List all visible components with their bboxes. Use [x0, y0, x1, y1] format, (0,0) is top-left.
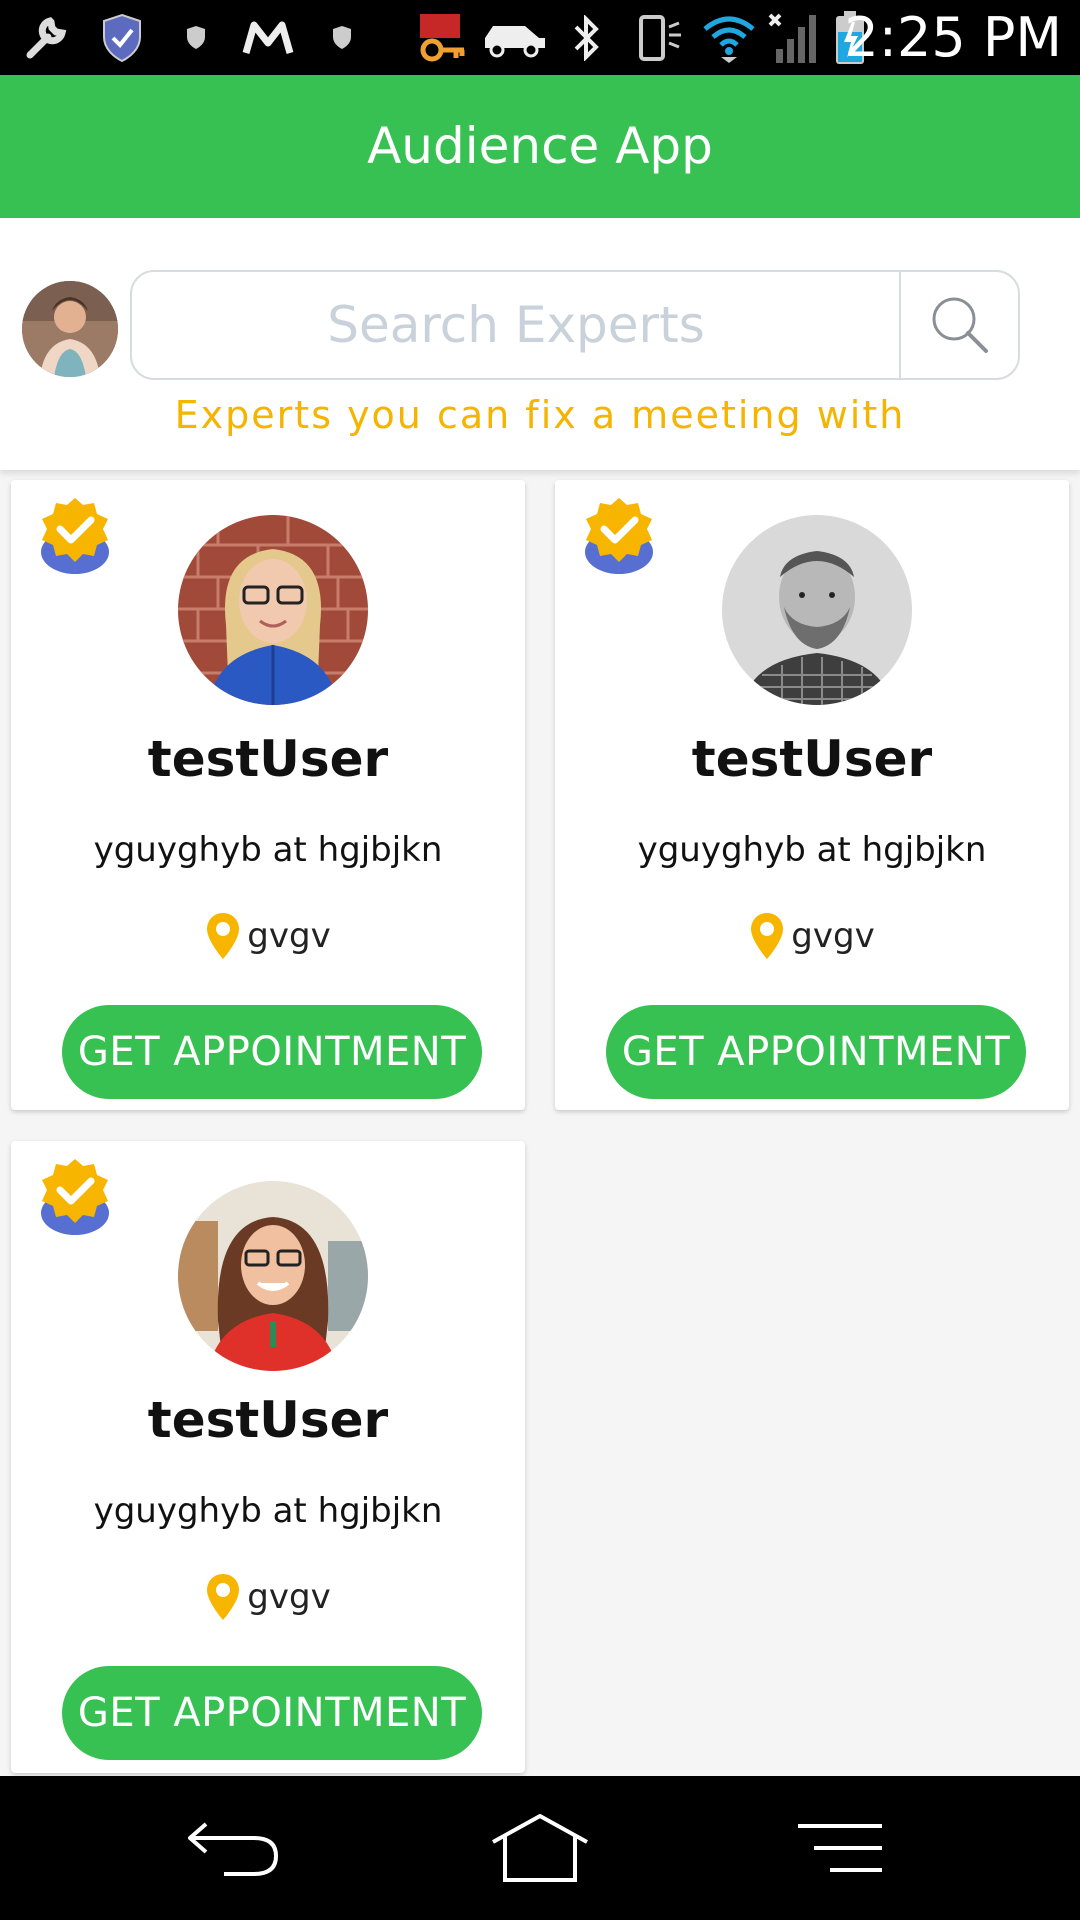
expert-role: yguyghyb at hgjbjkn [637, 830, 987, 870]
app-title: Audience App [367, 117, 713, 175]
expert-photo [178, 515, 368, 705]
vibrate-icon [634, 10, 686, 66]
home-button[interactable] [480, 1798, 600, 1898]
back-icon [188, 1822, 279, 1876]
get-appointment-button[interactable]: GET APPOINTMENT [62, 1666, 482, 1760]
home-icon [492, 1814, 588, 1882]
screen: 2:25 PM Audience App Search Experts Expe… [0, 0, 1080, 1920]
search-header: Experts you can fix a meeting with [0, 218, 1080, 470]
search-button[interactable] [901, 272, 1018, 378]
expert-name: testUser [691, 730, 933, 788]
expert-card[interactable]: testUser yguyghyb at hgjbjkn gvgv GET AP… [11, 1141, 525, 1773]
expert-location: gvgv [11, 1569, 525, 1625]
expert-location: gvgv [11, 908, 525, 964]
search-input[interactable] [132, 272, 900, 378]
menu-icon [798, 1824, 882, 1872]
location-pin-icon [751, 913, 784, 959]
expert-card[interactable]: testUser yguyghyb at hgjbjkn gvgv GET AP… [11, 480, 525, 1110]
back-button[interactable] [174, 1798, 294, 1898]
m-logo-icon [242, 10, 294, 66]
expert-role: yguyghyb at hgjbjkn [93, 830, 443, 870]
expert-location-text: gvgv [247, 916, 331, 956]
expert-name: testUser [147, 730, 389, 788]
search-box [130, 270, 1020, 380]
navigation-bar [0, 1776, 1080, 1920]
user-avatar[interactable] [22, 281, 118, 377]
bluetooth-icon [570, 10, 604, 66]
search-icon [932, 297, 988, 353]
status-clock: 2:25 PM [844, 6, 1062, 69]
location-pin-icon [207, 1574, 240, 1620]
shield-small-icon [330, 10, 354, 66]
expert-location-text: gvgv [247, 1577, 331, 1617]
get-appointment-button[interactable]: GET APPOINTMENT [606, 1005, 1026, 1099]
car-icon [478, 10, 550, 66]
search-subtitle: Experts you can fix a meeting with [174, 393, 906, 437]
expert-card[interactable]: testUser yguyghyb at hgjbjkn gvgv GET AP… [555, 480, 1069, 1110]
verified-badge-icon [585, 498, 653, 574]
expert-location: gvgv [555, 908, 1069, 964]
expert-location-text: gvgv [791, 916, 875, 956]
menu-button[interactable] [780, 1798, 900, 1898]
expert-role: yguyghyb at hgjbjkn [93, 1491, 443, 1531]
expert-name: testUser [147, 1391, 389, 1449]
verified-badge-icon [41, 498, 109, 574]
shield-small-icon [184, 10, 208, 66]
get-appointment-button[interactable]: GET APPOINTMENT [62, 1005, 482, 1099]
wifi-icon [700, 10, 758, 66]
signal-icon [768, 10, 818, 66]
expert-photo [178, 1181, 368, 1371]
expert-photo [722, 515, 912, 705]
verified-badge-icon [41, 1159, 109, 1235]
key-icon [418, 10, 466, 66]
status-bar: 2:25 PM [0, 0, 1080, 75]
shield-check-icon [100, 10, 144, 66]
location-pin-icon [207, 913, 240, 959]
app-bar: Audience App [0, 75, 1080, 218]
wrench-icon [22, 10, 68, 66]
